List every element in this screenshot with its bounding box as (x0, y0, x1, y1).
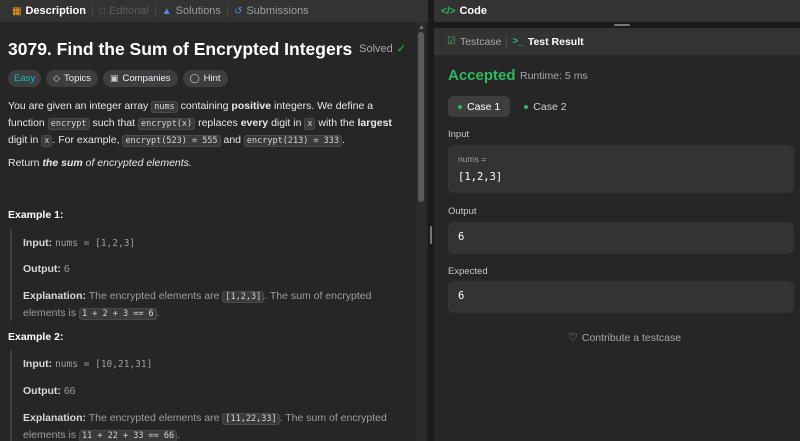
vertical-resize-handle[interactable] (430, 226, 432, 244)
output-box: 6 (448, 222, 794, 254)
input-variable-name: nums = (458, 154, 487, 164)
example-1-block: Input: nums = [1,2,3] Output: 6 Explanat… (10, 229, 410, 321)
left-tab-bar: ▦ Description □ Editorial ▲ Solutions ↺ … (0, 0, 428, 22)
example-2-input: Input: nums = [10,21,31] (23, 358, 153, 370)
expected-value: 6 (458, 290, 465, 302)
scroll-up-arrow-icon[interactable]: ▲ (418, 24, 425, 31)
description-paragraph-1: You are given an integer array nums cont… (8, 100, 392, 147)
description-panel: ▦ Description □ Editorial ▲ Solutions ↺ … (0, 0, 428, 441)
description-content: 3079. Find the Sum of Encrypted Integers… (0, 22, 416, 441)
terminal-icon: >_ (512, 36, 524, 47)
example-2-explanation: Explanation: The encrypted elements are … (23, 412, 387, 441)
hint-tag[interactable]: ◯ Hint (182, 70, 228, 87)
example-2-block: Input: nums = [10,21,31] Output: 66 Expl… (10, 350, 410, 441)
horizontal-resize-handle[interactable] (614, 24, 630, 26)
test-result-panel: ☑ Testcase >_ Test Result Accepted Runti… (434, 28, 800, 441)
check-circle-icon: ✓ (396, 43, 406, 55)
output-value: 6 (458, 231, 465, 243)
case-1-tab[interactable]: Case 1 (448, 96, 511, 117)
example-1-output: Output: 6 (23, 263, 70, 275)
description-icon: ▦ (12, 5, 22, 17)
input-value: [1,2,3] (458, 171, 503, 183)
tab-solutions[interactable]: ▲ Solutions (156, 0, 227, 22)
tab-testcase[interactable]: ☑ Testcase (442, 36, 506, 48)
runtime-text: Runtime: 5 ms (520, 70, 588, 82)
checkbox-icon: ☑ (447, 36, 456, 47)
contribute-testcase-button[interactable]: ♡ Contribute a testcase (568, 331, 681, 345)
verdict-text: Accepted (448, 67, 516, 84)
problem-tags: Easy ◇ Topics ▣ Companies ◯ Hint (8, 70, 228, 87)
input-box: nums = [1,2,3] (448, 145, 794, 193)
tab-description[interactable]: ▦ Description (6, 0, 92, 22)
output-label: Output (448, 206, 477, 217)
scrollbar-thumb[interactable] (418, 32, 424, 202)
lightbulb-icon: ◯ (189, 73, 200, 83)
example-1-explanation: Explanation: The encrypted elements are … (23, 290, 372, 320)
difficulty-tag: Easy (8, 70, 42, 87)
editorial-icon: □ (98, 5, 106, 17)
heart-icon: ♡ (568, 332, 578, 344)
tag-icon: ◇ (53, 73, 61, 83)
tab-test-result[interactable]: >_ Test Result (507, 36, 588, 48)
solved-status: Solved ✓ (359, 42, 406, 56)
example-2-title: Example 2: (8, 331, 64, 343)
case-2-tab[interactable]: Case 2 (514, 96, 576, 117)
expected-box: 6 (448, 281, 794, 313)
companies-tag[interactable]: ▣ Companies (102, 70, 178, 87)
result-tab-bar: ☑ Testcase >_ Test Result (434, 28, 800, 55)
passed-dot-icon (458, 104, 462, 109)
tab-editorial[interactable]: □ Editorial (93, 0, 155, 22)
topics-tag[interactable]: ◇ Topics (46, 70, 98, 87)
solutions-icon: ▲ (161, 5, 172, 17)
tab-submissions[interactable]: ↺ Submissions (228, 0, 315, 22)
passed-dot-icon (524, 104, 529, 109)
code-panel-header[interactable]: </> Code (434, 0, 800, 22)
description-paragraph-2: Return the sum of encrypted elements. (8, 157, 192, 169)
code-icon: </> (441, 5, 456, 17)
submissions-icon: ↺ (233, 5, 243, 17)
example-1-input: Input: nums = [1,2,3] (23, 237, 136, 249)
case-tabs: Case 1 Case 2 (448, 96, 577, 117)
input-label: Input (448, 129, 470, 140)
problem-title: 3079. Find the Sum of Encrypted Integers (8, 39, 353, 59)
expected-label: Expected (448, 266, 488, 277)
example-2-output: Output: 66 (23, 385, 76, 397)
lock-icon: ▣ (109, 73, 119, 83)
example-1-title: Example 1: (8, 209, 64, 221)
